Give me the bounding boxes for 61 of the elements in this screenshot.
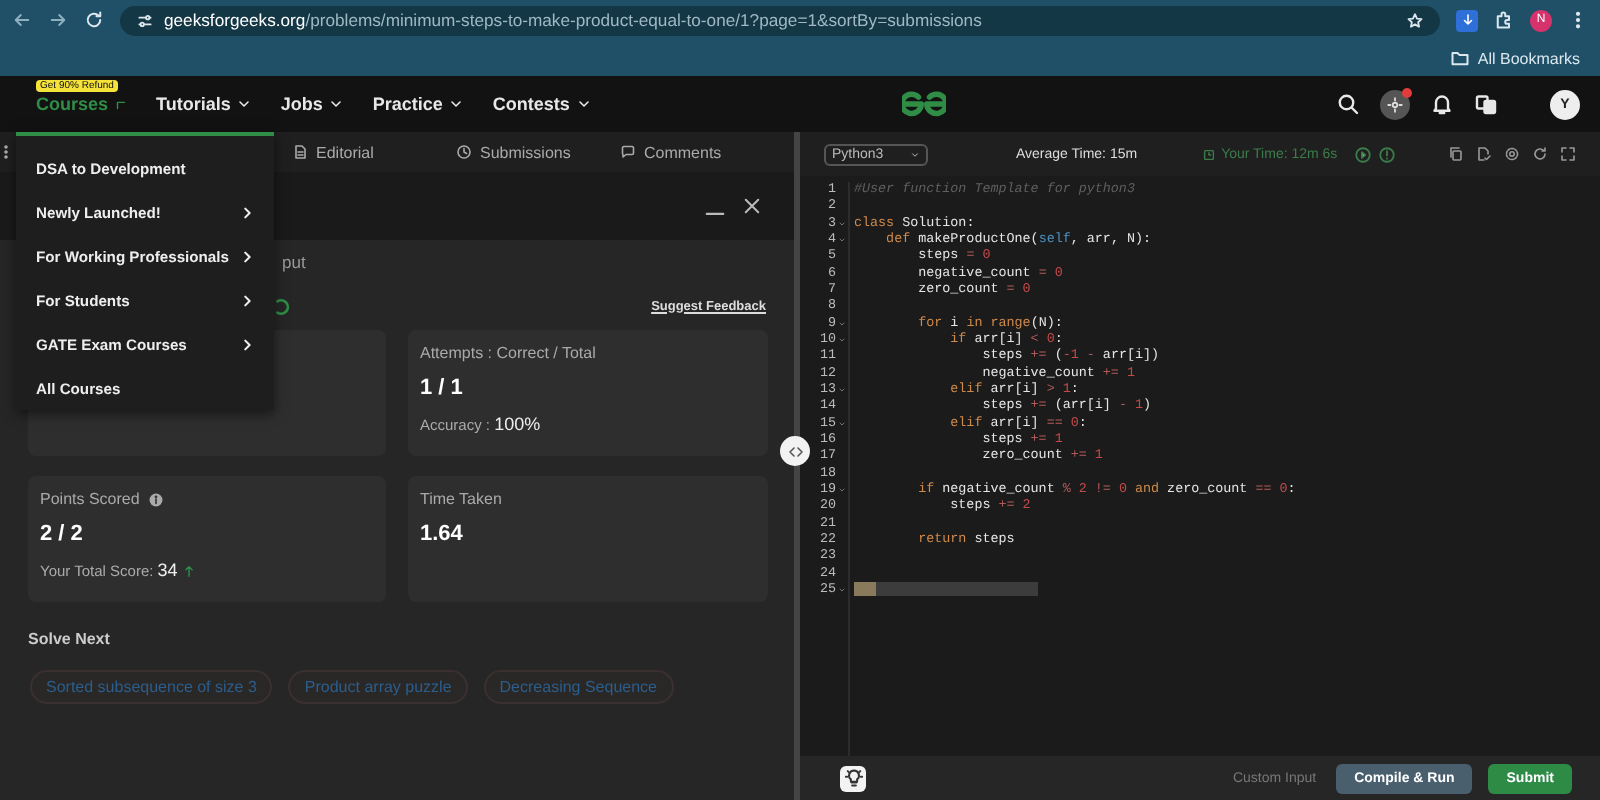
clock-icon	[456, 144, 472, 160]
swap-icon	[787, 443, 803, 459]
folder-icon	[1449, 48, 1470, 68]
star-icon[interactable]	[1406, 11, 1424, 29]
card-value: 2 / 2	[40, 522, 85, 546]
chevron-right-icon	[240, 249, 254, 263]
card-title: Points Scored	[40, 490, 140, 508]
translate-icon[interactable]	[1474, 92, 1498, 116]
bookmarks-link[interactable]: All Bookmarks	[1477, 49, 1580, 67]
theme-toggle[interactable]	[840, 765, 866, 791]
caret-icon	[114, 97, 129, 111]
forward-icon[interactable]	[48, 10, 68, 30]
fullscreen-icon[interactable]	[1560, 146, 1576, 162]
puzzle-icon[interactable]	[1494, 10, 1514, 30]
grip-icon[interactable]	[0, 144, 14, 160]
bell-icon[interactable]	[1430, 92, 1454, 116]
reset-icon[interactable]	[1532, 146, 1548, 162]
timer-icon	[1201, 147, 1216, 161]
bulb-icon	[843, 768, 863, 788]
chevron-down-icon	[236, 96, 253, 112]
problem-tab[interactable]: Editorial	[292, 143, 456, 161]
chevron-right-icon	[240, 293, 254, 307]
section-title: Solve Next	[28, 630, 112, 648]
chevron-down-icon	[575, 96, 592, 112]
caret-icon	[910, 149, 920, 159]
settings-icon[interactable]	[1504, 146, 1520, 162]
chevron-right-icon	[240, 337, 254, 351]
nav-menu-item[interactable]: Tutorials	[156, 94, 253, 114]
download-icon[interactable]	[1456, 9, 1478, 31]
file-check-icon[interactable]	[1476, 146, 1492, 162]
arrow-down-icon	[1459, 12, 1475, 28]
document-icon	[292, 144, 308, 160]
output-tab[interactable]: put	[282, 252, 306, 272]
card-value: 1.64	[420, 522, 465, 546]
resize-handle[interactable]	[780, 436, 810, 466]
sparkle-icon	[1386, 95, 1404, 113]
copy-icon[interactable]	[1448, 146, 1464, 162]
card-title: Attempts : Correct / Total	[420, 344, 596, 362]
nav-menu-item[interactable]: Jobs	[280, 94, 345, 114]
reload-icon[interactable]	[84, 10, 104, 30]
card-title: Time Taken	[420, 490, 502, 508]
chevron-down-icon	[328, 96, 345, 112]
alert-icon[interactable]	[1377, 145, 1396, 163]
nav-menu-item[interactable]: Courses	[36, 94, 129, 114]
address-bar[interactable]: geeksforgeeks.org/problems/minimum-steps-to-make-product-equal-to-one/1?page=1&sortBy=submissions	[120, 5, 1440, 35]
nav-menu-item[interactable]: Practice	[372, 94, 465, 114]
chevron-down-icon	[448, 96, 465, 112]
user-status-icon[interactable]	[1380, 89, 1410, 119]
card-value: 1 / 1	[420, 376, 465, 400]
problem-tab[interactable]: Submissions	[456, 143, 620, 161]
search-icon[interactable]	[1336, 92, 1360, 116]
problem-tab[interactable]: Comments	[620, 143, 784, 161]
nav-menu-item[interactable]: Contests	[492, 94, 592, 114]
info-icon[interactable]	[147, 491, 164, 507]
arrow-up-icon	[181, 563, 196, 577]
close-icon[interactable]	[742, 196, 762, 216]
chevron-right-icon	[240, 205, 254, 219]
chat-icon	[620, 144, 636, 160]
tune-icon[interactable]	[136, 11, 154, 29]
back-icon[interactable]	[12, 10, 32, 30]
play-icon[interactable]	[1353, 145, 1372, 163]
